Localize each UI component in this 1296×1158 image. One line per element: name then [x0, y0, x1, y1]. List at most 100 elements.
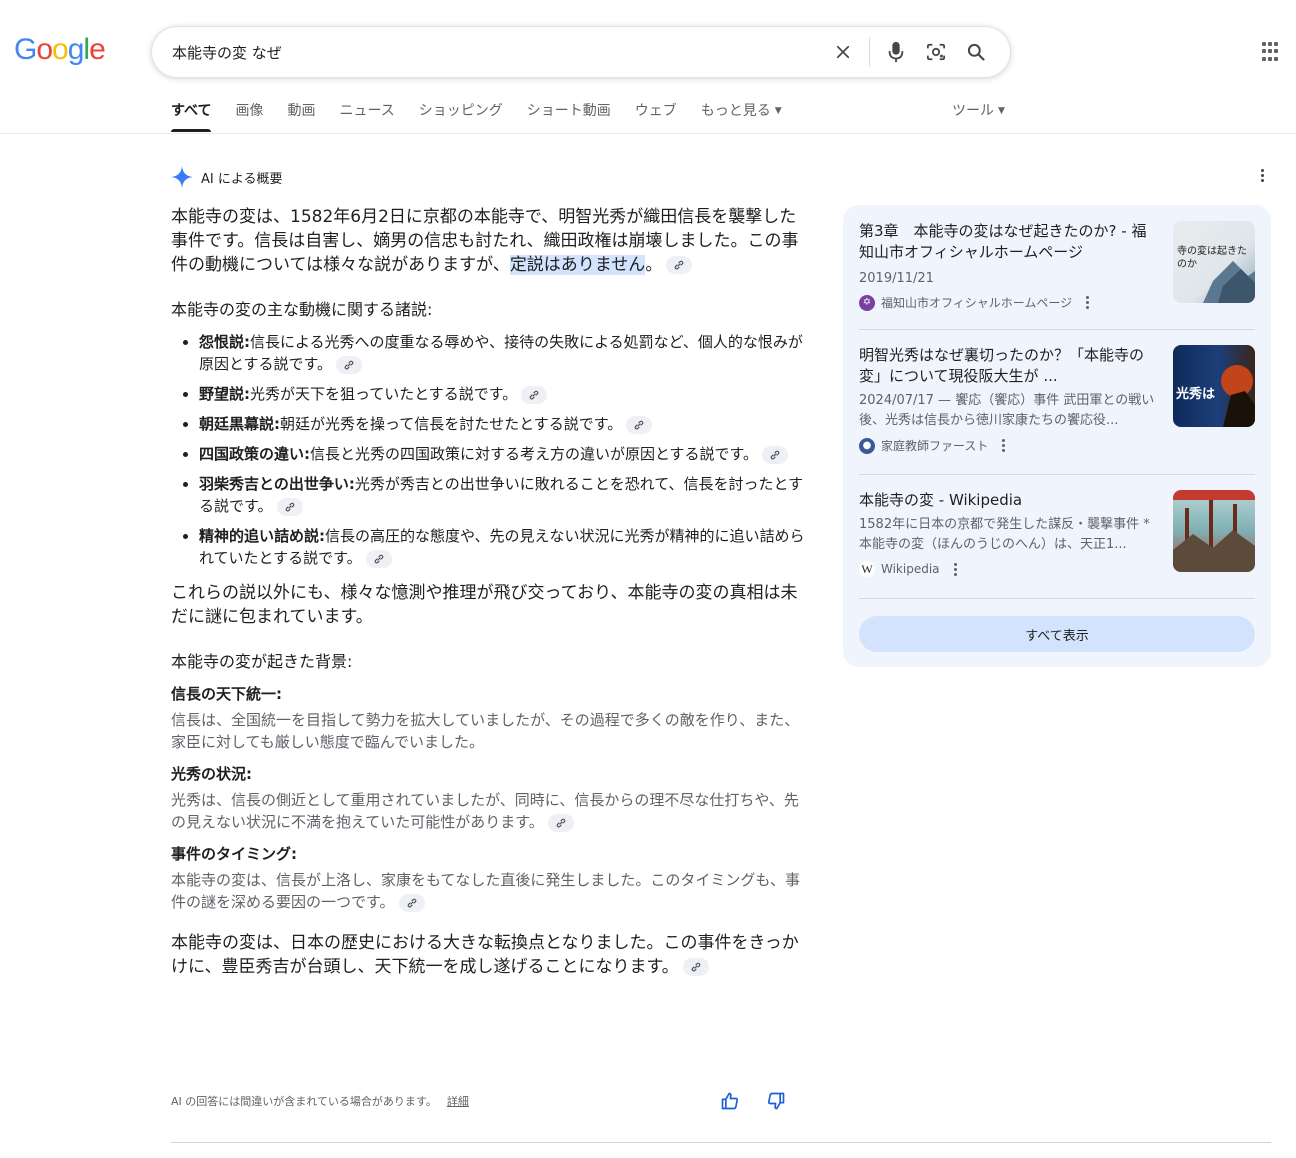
lens-search-button[interactable]: [916, 32, 956, 72]
more-options-icon[interactable]: [1002, 439, 1006, 452]
source-site: 福知山市オフィシャルホームページ: [881, 296, 1073, 310]
microphone-icon: [888, 41, 904, 63]
divider: [869, 37, 870, 67]
source-title[interactable]: 第3章 本能寺の変はなぜ起きたのか? - 福知山市オフィシャルホームページ: [859, 221, 1159, 263]
tab-news[interactable]: ニュース: [339, 100, 394, 132]
citation-link-icon[interactable]: [398, 893, 425, 912]
ai-overview-bottom-divider: [171, 1142, 1271, 1143]
citation-link-icon[interactable]: [276, 497, 303, 516]
source-site: 家庭教師ファースト: [881, 439, 989, 453]
background-text: 本能寺の変は、信長が上洛し、家康をもてなした直後に発生しました。このタイミングも…: [171, 871, 800, 911]
citation-link-icon[interactable]: [682, 958, 709, 976]
ai-disclaimer: AI の回答には間違いが含まれている場合があります。: [171, 1095, 437, 1108]
motive-term: 怨恨説:: [199, 333, 250, 351]
search-tabs: すべて 画像 動画 ニュース ショッピング ショート動画 ウェブ もっと見る ▼: [171, 100, 782, 132]
citation-link-icon[interactable]: [626, 415, 653, 434]
search-input[interactable]: [172, 43, 812, 61]
source-snippet: 2024/07/17 — 饗応（饗応）事件 武田軍との戦い後、光秀は信長から徳川…: [859, 393, 1155, 428]
divider: [859, 329, 1255, 330]
thumbs-up-button[interactable]: [716, 1088, 744, 1114]
citation-link-icon[interactable]: [336, 355, 363, 374]
camera-icon: [926, 43, 946, 61]
more-options-icon[interactable]: [1255, 169, 1269, 187]
ai-overview-header: AI による概要: [171, 166, 282, 188]
citation-link-icon[interactable]: [762, 445, 789, 464]
tab-more-label: もっと見る: [700, 103, 771, 119]
tab-short-videos[interactable]: ショート動画: [527, 100, 611, 132]
lead-highlight: 定説はありません: [509, 255, 646, 275]
source-card[interactable]: 明智光秀はなぜ裏切ったのか？「本能寺の変」について現役阪大生が ... 2024…: [859, 345, 1255, 457]
source-thumbnail: 寺の変は起きたのか: [1173, 221, 1255, 303]
tab-web[interactable]: ウェブ: [635, 100, 677, 132]
source-thumbnail: [1173, 490, 1255, 572]
close-icon: [836, 45, 850, 59]
wikipedia-icon: W: [859, 561, 875, 577]
motives-list: 怨恨説:信長による光秀への度重なる辱めや、接待の失敗による処罰など、個人的な恨み…: [171, 331, 807, 569]
conclusion-paragraph: 本能寺の変は、日本の歴史における大きな転換点となりました。この事件をきっかけに、…: [171, 931, 807, 979]
motive-term: 精神的追い詰め説:: [199, 527, 325, 545]
source-site-row: ● 家庭教師ファースト: [859, 437, 1255, 454]
motive-text: 信長と光秀の四国政策に対する考え方の違いが原因とする説です。: [310, 445, 759, 463]
motive-term: 羽柴秀吉との出世争い:: [199, 475, 355, 493]
show-all-button[interactable]: すべて表示: [859, 616, 1255, 652]
thumbs-down-button[interactable]: [762, 1088, 790, 1114]
list-item: 野望説:光秀が天下を狙っていたとする説です。: [199, 383, 807, 405]
background-text-wrap: 光秀は、信長の側近として重用されていましたが、同時に、信長からの理不尽な仕打ちや…: [171, 789, 807, 833]
other-theories-paragraph: これらの説以外にも、様々な憶測や推理が飛び交っており、本能寺の変の真相は未だに謎…: [171, 583, 798, 627]
thumbnail-caption: 寺の変は起きたのか: [1177, 246, 1247, 270]
tab-shopping[interactable]: ショッピング: [419, 100, 503, 132]
list-item: 精神的追い詰め説:信長の高圧的な態度や、先の見えない状況に光秀が精神的に追い詰め…: [199, 525, 807, 569]
citation-link-icon[interactable]: [547, 813, 574, 832]
details-link[interactable]: 詳細: [447, 1093, 469, 1109]
logo-letter: G: [14, 33, 37, 66]
source-date: 2019/11/21: [859, 271, 934, 286]
header-divider: [0, 133, 1296, 134]
background-title: 事件のタイミング:: [171, 845, 297, 863]
apps-grid-icon[interactable]: [1262, 42, 1282, 62]
background-text-wrap: 本能寺の変は、信長が上洛し、家康をもてなした直後に発生しました。このタイミングも…: [171, 869, 807, 913]
motive-text: 朝廷が光秀を操って信長を討たせたとする説です。: [280, 415, 623, 433]
source-thumbnail: 光秀は: [1173, 345, 1255, 427]
google-logo[interactable]: Google: [14, 33, 106, 67]
site-favicon-icon: ✡: [859, 294, 875, 311]
tools-button[interactable]: ツール ▼: [952, 100, 1005, 120]
tab-videos[interactable]: 動画: [287, 100, 315, 132]
motive-term: 朝廷黒幕説:: [199, 415, 280, 433]
source-title[interactable]: 本能寺の変 - Wikipedia: [859, 490, 1159, 511]
background-item: 信長の天下統一: 信長は、全国統一を目指して勢力を拡大していましたが、その過程で…: [171, 683, 807, 753]
lead-text-end: 。: [645, 255, 663, 275]
list-item: 羽柴秀吉との出世争い:光秀が秀吉との出世争いに敗れることを恐れて、信長を討ったと…: [199, 473, 807, 517]
list-item: 朝廷黒幕説:朝廷が光秀を操って信長を討たせたとする説です。: [199, 413, 807, 435]
site-favicon-icon: ●: [859, 437, 875, 454]
tab-images[interactable]: 画像: [235, 100, 263, 132]
list-item: 怨恨説:信長による光秀への度重なる辱めや、接待の失敗による処罰など、個人的な恨み…: [199, 331, 807, 375]
tab-all[interactable]: すべて: [171, 100, 212, 132]
background-text: 光秀は、信長の側近として重用されていましたが、同時に、信長からの理不尽な仕打ちや…: [171, 791, 799, 831]
voice-search-button[interactable]: [876, 32, 916, 72]
citation-link-icon[interactable]: [365, 549, 392, 568]
background-item: 事件のタイミング: 本能寺の変は、信長が上洛し、家康をもてなした直後に発生しまし…: [171, 843, 807, 913]
more-options-icon[interactable]: [953, 562, 957, 576]
logo-letter: o: [36, 33, 53, 66]
search-button[interactable]: [956, 32, 996, 72]
source-card[interactable]: 本能寺の変 - Wikipedia 1582年に日本の京都で発生した謀反・襲撃事…: [859, 490, 1255, 582]
source-title[interactable]: 明智光秀はなぜ裏切ったのか？「本能寺の変」について現役阪大生が ...: [859, 345, 1159, 387]
divider: [859, 474, 1255, 475]
clear-button[interactable]: [823, 32, 863, 72]
more-options-icon[interactable]: [1086, 296, 1090, 309]
search-box: [151, 26, 1011, 78]
sources-panel: 第3章 本能寺の変はなぜ起きたのか? - 福知山市オフィシャルホームページ 20…: [843, 205, 1271, 667]
motives-heading: 本能寺の変の主な動機に関する諸説:: [171, 300, 433, 319]
caret-down-icon: ▼: [998, 106, 1005, 116]
background-title: 信長の天下統一:: [171, 685, 282, 703]
citation-link-icon[interactable]: [666, 256, 693, 274]
logo-letter: e: [89, 33, 106, 66]
thumbnail-caption: 光秀は: [1176, 387, 1216, 402]
tab-more[interactable]: もっと見る ▼: [701, 100, 782, 132]
logo-letter: o: [52, 33, 69, 66]
source-card[interactable]: 第3章 本能寺の変はなぜ起きたのか? - 福知山市オフィシャルホームページ 20…: [859, 221, 1255, 313]
citation-link-icon[interactable]: [521, 385, 548, 404]
background-item: 光秀の状況: 光秀は、信長の側近として重用されていましたが、同時に、信長からの理…: [171, 763, 807, 833]
motive-term: 四国政策の違い:: [199, 445, 310, 463]
source-snippet: 1582年に日本の京都で発生した謀反・襲撃事件 * 本能寺の変（ほんのうじのへん…: [859, 517, 1150, 552]
